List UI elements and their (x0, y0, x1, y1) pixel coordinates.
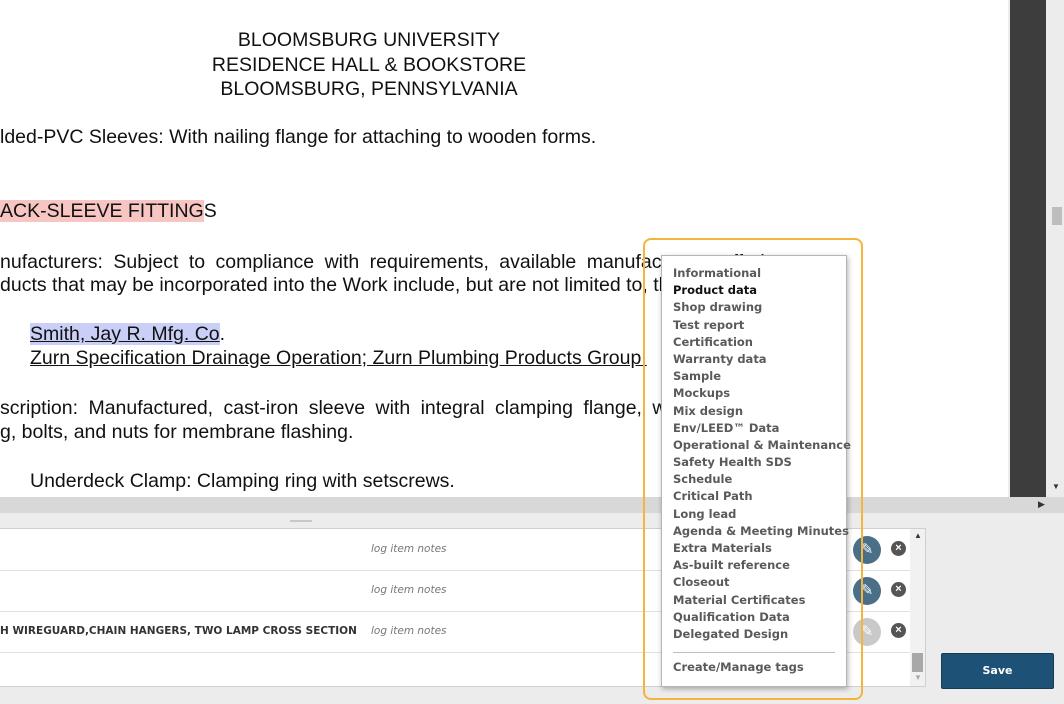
tag-menu-list: Informational Product data Shop drawing Tes… (673, 265, 851, 643)
tag-menu-item[interactable]: Certification (673, 334, 851, 351)
tag-menu-item[interactable]: Env/LEED™ Data (673, 420, 851, 437)
tag-menu-item[interactable]: Mix design (673, 403, 851, 420)
menu-divider (673, 652, 835, 653)
tag-menu-item[interactable]: Informational (673, 265, 851, 282)
doc-section-heading[interactable]: ACK-SLEEVE FITTINGS (0, 200, 217, 223)
document-vertical-scrollbar[interactable]: ▼ (1008, 0, 1064, 497)
scroll-right-arrow-icon[interactable]: ▶ (1038, 499, 1045, 510)
tag-menu-item[interactable]: Material Certificates (673, 592, 851, 609)
close-circle-icon[interactable]: × (891, 582, 906, 597)
tag-menu-item[interactable]: Mockups (673, 385, 851, 402)
tag-menu-item[interactable]: Operational & Maintenance (673, 437, 851, 454)
tag-dropdown-menu: Informational Product data Shop drawing Tes… (661, 255, 851, 687)
tag-menu-item[interactable]: Safety Health SDS (673, 454, 851, 471)
close-circle-icon[interactable]: × (891, 623, 906, 638)
tag-menu-item[interactable]: Product data (673, 282, 851, 299)
tag-menu-item[interactable]: Delegated Design (673, 626, 851, 643)
tag-menu-item[interactable]: Critical Path (673, 488, 851, 505)
tag-menu-item[interactable]: Shop drawing (673, 299, 851, 316)
create-manage-tags-item[interactable]: Create/Manage tags (673, 660, 804, 674)
log-item-notes[interactable]: log item notes (371, 584, 447, 596)
doc-line-sleeves: lded-PVC Sleeves: With nailing flange fo… (0, 126, 597, 148)
tag-menu-item[interactable]: Closeout (673, 574, 851, 591)
close-circle-icon[interactable]: × (891, 541, 906, 556)
tag-menu-item[interactable]: Test report (673, 317, 851, 334)
scroll-up-arrow-icon[interactable]: ▲ (914, 531, 922, 540)
tag-menu-item[interactable]: Warranty data (673, 351, 851, 368)
scrollbar-gutter (1010, 0, 1046, 497)
scrollbar-thumb[interactable] (1052, 207, 1062, 225)
table-scrollbar-thumb[interactable] (912, 653, 923, 672)
tag-menu-item[interactable]: Long lead (673, 506, 851, 523)
tag-menu-item[interactable]: As-built reference (673, 557, 851, 574)
doc-header-line-3: BLOOMSBURG, PENNSYLVANIA (220, 78, 518, 100)
log-item-notes[interactable]: log item notes (371, 543, 447, 555)
highlighted-manufacturer[interactable]: Smith, Jay R. Mfg. Co (30, 323, 220, 345)
doc-manufacturer-a[interactable]: Smith, Jay R. Mfg. Co. (30, 323, 225, 346)
highlighted-section-title[interactable]: ACK-SLEEVE FITTING (0, 200, 204, 222)
doc-description-line-2: g, bolts, and nuts for membrane flashing… (0, 421, 354, 443)
section-title-tail: S (203, 200, 217, 222)
log-item-notes[interactable]: log item notes (371, 625, 447, 637)
tag-menu-item[interactable]: Agenda & Meeting Minutes (673, 523, 851, 540)
resize-grip[interactable] (290, 520, 312, 522)
scroll-down-arrow-icon[interactable]: ▼ (914, 673, 922, 682)
doc-manufacturer-b[interactable]: Zurn Specification Drainage Operation; Z… (30, 347, 647, 370)
tag-menu-item[interactable]: Qualification Data (673, 609, 851, 626)
tag-menu-item[interactable]: Sample (673, 368, 851, 385)
table-scrollbar[interactable]: ▲ ▼ (910, 529, 925, 686)
log-item-title: H WIREGUARD,CHAIN HANGERS, TWO LAMP CROS… (0, 625, 357, 637)
manufacturer-a-tail: . (219, 323, 226, 345)
scroll-down-arrow-icon[interactable]: ▼ (1052, 482, 1060, 491)
save-button[interactable]: Save (941, 653, 1054, 689)
document-horizontal-scrollbar[interactable]: ▶ (0, 497, 1064, 513)
doc-header-line-1: BLOOMSBURG UNIVERSITY (237, 29, 501, 51)
log-panel: log item notes ✎ × log item notes ✎ × H … (0, 513, 1064, 704)
doc-clamp-line: Underdeck Clamp: Clamping ring with sets… (30, 470, 455, 492)
tag-menu-item[interactable]: Extra Materials (673, 540, 851, 557)
doc-header-line-2: RESIDENCE HALL & BOOKSTORE (211, 54, 527, 76)
tag-menu-item[interactable]: Schedule (673, 471, 851, 488)
